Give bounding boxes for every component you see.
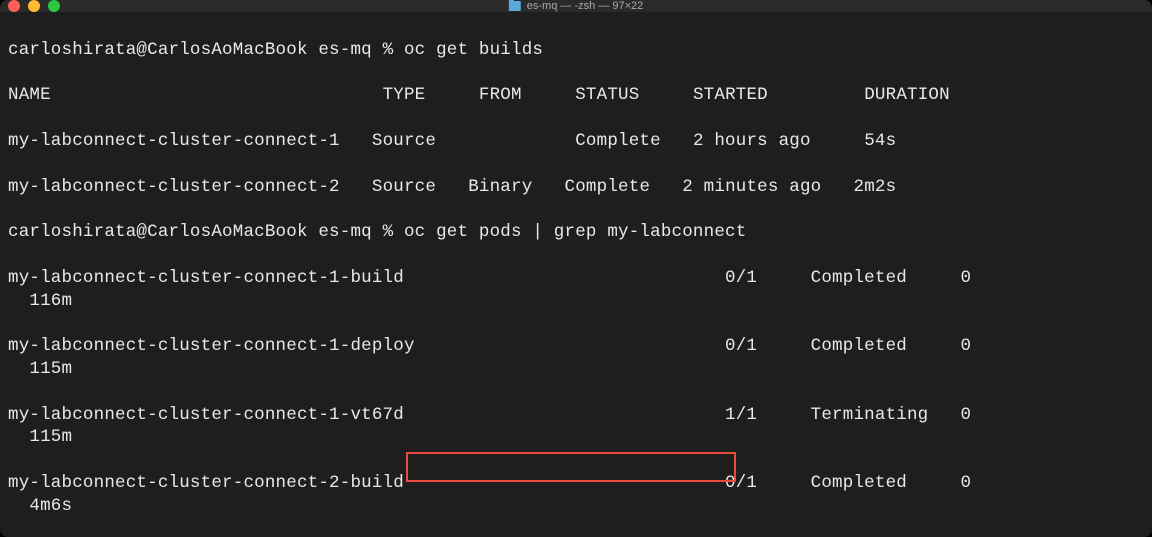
folder-icon bbox=[509, 1, 521, 11]
command-text: oc get pods | grep my-labconnect bbox=[404, 222, 746, 242]
prompt-line: carloshirata@CarlosAoMacBook es-mq % oc … bbox=[8, 39, 1144, 62]
command-text: oc get builds bbox=[404, 40, 543, 60]
pod-row: my-labconnect-cluster-connect-2-build 0/… bbox=[8, 472, 1144, 518]
maximize-icon[interactable] bbox=[48, 0, 60, 12]
close-icon[interactable] bbox=[8, 0, 20, 12]
window-title-text: es-mq — -zsh — 97×22 bbox=[527, 0, 643, 12]
pod-row: my-labconnect-cluster-connect-1-vt67d 1/… bbox=[8, 404, 1144, 450]
minimize-icon[interactable] bbox=[28, 0, 40, 12]
build-row: my-labconnect-cluster-connect-2 Source B… bbox=[8, 176, 1144, 199]
pod-row: my-labconnect-cluster-connect-1-build 0/… bbox=[8, 267, 1144, 313]
prompt-line: carloshirata@CarlosAoMacBook es-mq % oc … bbox=[8, 221, 1144, 244]
build-row: my-labconnect-cluster-connect-1 Source C… bbox=[8, 130, 1144, 153]
traffic-lights bbox=[8, 0, 60, 12]
terminal-body[interactable]: carloshirata@CarlosAoMacBook es-mq % oc … bbox=[0, 12, 1152, 537]
titlebar[interactable]: es-mq — -zsh — 97×22 bbox=[0, 0, 1152, 12]
builds-header-row: NAME TYPE FROM STATUS STARTED DURATION bbox=[8, 84, 1144, 107]
pod-row: my-labconnect-cluster-connect-1-deploy 0… bbox=[8, 335, 1144, 381]
window-title: es-mq — -zsh — 97×22 bbox=[509, 0, 643, 12]
terminal-window: es-mq — -zsh — 97×22 carloshirata@Carlos… bbox=[0, 0, 1152, 537]
